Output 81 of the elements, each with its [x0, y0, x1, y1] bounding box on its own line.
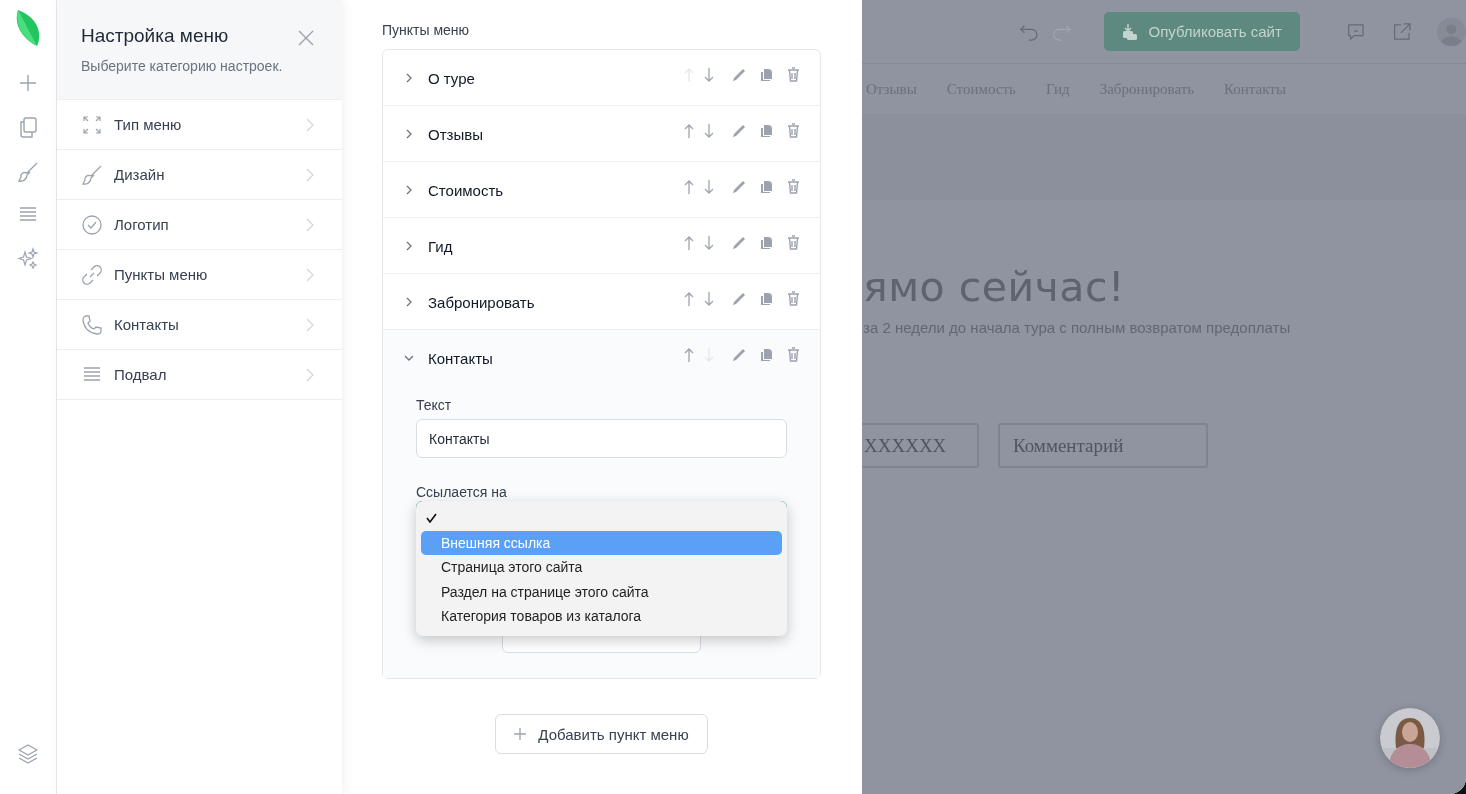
- chevron-right-icon: [306, 367, 314, 382]
- settings-category[interactable]: Подвал: [57, 350, 342, 400]
- lines-icon: [81, 365, 103, 384]
- pages-icon[interactable]: [18, 116, 38, 138]
- menu-item-label: О туре: [428, 70, 476, 87]
- settings-category[interactable]: Логотип: [57, 200, 342, 250]
- external-link-icon[interactable]: [1391, 20, 1412, 43]
- menu-item-label: Отзывы: [428, 126, 484, 143]
- form-field[interactable]: XXXXXX: [862, 423, 979, 468]
- chevron-right-icon: [306, 167, 314, 182]
- field-label: Текст: [416, 397, 453, 413]
- chevron-right-icon: [306, 217, 314, 232]
- settings-category[interactable]: Тип меню: [57, 100, 342, 150]
- plus-icon: [514, 728, 527, 740]
- copy-icon[interactable]: [760, 348, 773, 361]
- dropdown-option[interactable]: Категория товаров из каталога: [421, 604, 782, 629]
- chevron-right-icon: [306, 267, 314, 282]
- trash-icon[interactable]: [787, 179, 800, 194]
- copy-icon[interactable]: [760, 292, 773, 305]
- menu-item-label: Забронировать: [428, 294, 536, 311]
- panel-title: Настройка меню: [81, 25, 230, 47]
- layers-icon[interactable]: [17, 743, 39, 765]
- trash-icon[interactable]: [787, 123, 800, 138]
- pencil-icon[interactable]: [732, 67, 746, 82]
- arrow-down-icon[interactable]: [704, 66, 714, 83]
- brush-icon[interactable]: [17, 161, 39, 183]
- plus-icon[interactable]: [18, 73, 38, 93]
- menu-item-row[interactable]: Стоимость: [383, 162, 820, 218]
- pencil-icon[interactable]: [732, 123, 746, 138]
- trash-icon[interactable]: [787, 291, 800, 306]
- sparkles-icon[interactable]: [17, 247, 39, 269]
- section-heading: Пункты меню: [382, 22, 471, 38]
- arrow-down-icon[interactable]: [704, 290, 714, 307]
- close-icon[interactable]: [298, 30, 314, 46]
- arrow-down-icon[interactable]: [704, 178, 714, 195]
- download-box-icon: [1122, 22, 1139, 41]
- phone-icon: [81, 313, 103, 336]
- expand-icon: [81, 114, 103, 135]
- dropdown-option[interactable]: Страница этого сайта: [421, 555, 782, 580]
- add-menu-item-button[interactable]: Добавить пункт меню: [495, 714, 708, 754]
- lines-icon[interactable]: [18, 206, 38, 224]
- copy-icon[interactable]: [760, 124, 773, 137]
- pencil-icon[interactable]: [732, 235, 746, 250]
- user-avatar-icon[interactable]: [1437, 15, 1466, 48]
- settings-category[interactable]: Контакты: [57, 300, 342, 350]
- brush-icon: [81, 163, 103, 186]
- trash-icon[interactable]: [787, 235, 800, 250]
- trash-icon[interactable]: [787, 347, 800, 362]
- pencil-icon[interactable]: [732, 291, 746, 306]
- settings-category[interactable]: Пункты меню: [57, 250, 342, 300]
- menu-item-label: Стоимость: [428, 182, 505, 199]
- leaf-logo-icon[interactable]: [15, 9, 41, 47]
- menu-item-row[interactable]: О туре: [383, 50, 820, 106]
- settings-category[interactable]: Дизайн: [57, 150, 342, 200]
- pencil-icon[interactable]: [732, 347, 746, 362]
- copy-icon[interactable]: [760, 236, 773, 249]
- badge-check-icon: [81, 213, 103, 236]
- text-field[interactable]: Контакты: [416, 419, 787, 458]
- trash-icon[interactable]: [787, 67, 800, 82]
- arrow-down-icon[interactable]: [704, 234, 714, 251]
- link-icon: [81, 263, 103, 286]
- chevron-right-icon: [306, 117, 314, 132]
- pencil-icon[interactable]: [732, 179, 746, 194]
- arrow-up-icon[interactable]: [684, 234, 694, 251]
- menu-item-row[interactable]: Гид: [383, 218, 820, 274]
- menu-item-label: Гид: [428, 238, 454, 255]
- chevron-right-icon: [306, 317, 314, 332]
- arrow-up-icon[interactable]: [684, 122, 694, 139]
- arrow-up-icon[interactable]: [684, 178, 694, 195]
- arrow-up-icon[interactable]: [684, 346, 694, 363]
- menu-item-row[interactable]: Контакты Текст Контакты Ссылается на Внешняя ссылка Страница этого сайта Раздел на странице этого сайта Категория товаров из каталога: [383, 330, 820, 678]
- dropdown-option[interactable]: Раздел на странице этого сайта: [421, 579, 782, 604]
- arrow-down-icon[interactable]: [704, 122, 714, 139]
- menu-item-label: Контакты: [428, 350, 494, 367]
- menu-item-row[interactable]: Отзывы: [383, 106, 820, 162]
- arrow-up-icon[interactable]: [684, 290, 694, 307]
- panel-subtitle: Выберите категорию настроек.: [81, 58, 283, 74]
- form-field[interactable]: Комментарий: [998, 423, 1208, 468]
- copy-icon[interactable]: [760, 68, 773, 81]
- field-label: Ссылается на: [416, 484, 508, 500]
- copy-icon[interactable]: [760, 180, 773, 193]
